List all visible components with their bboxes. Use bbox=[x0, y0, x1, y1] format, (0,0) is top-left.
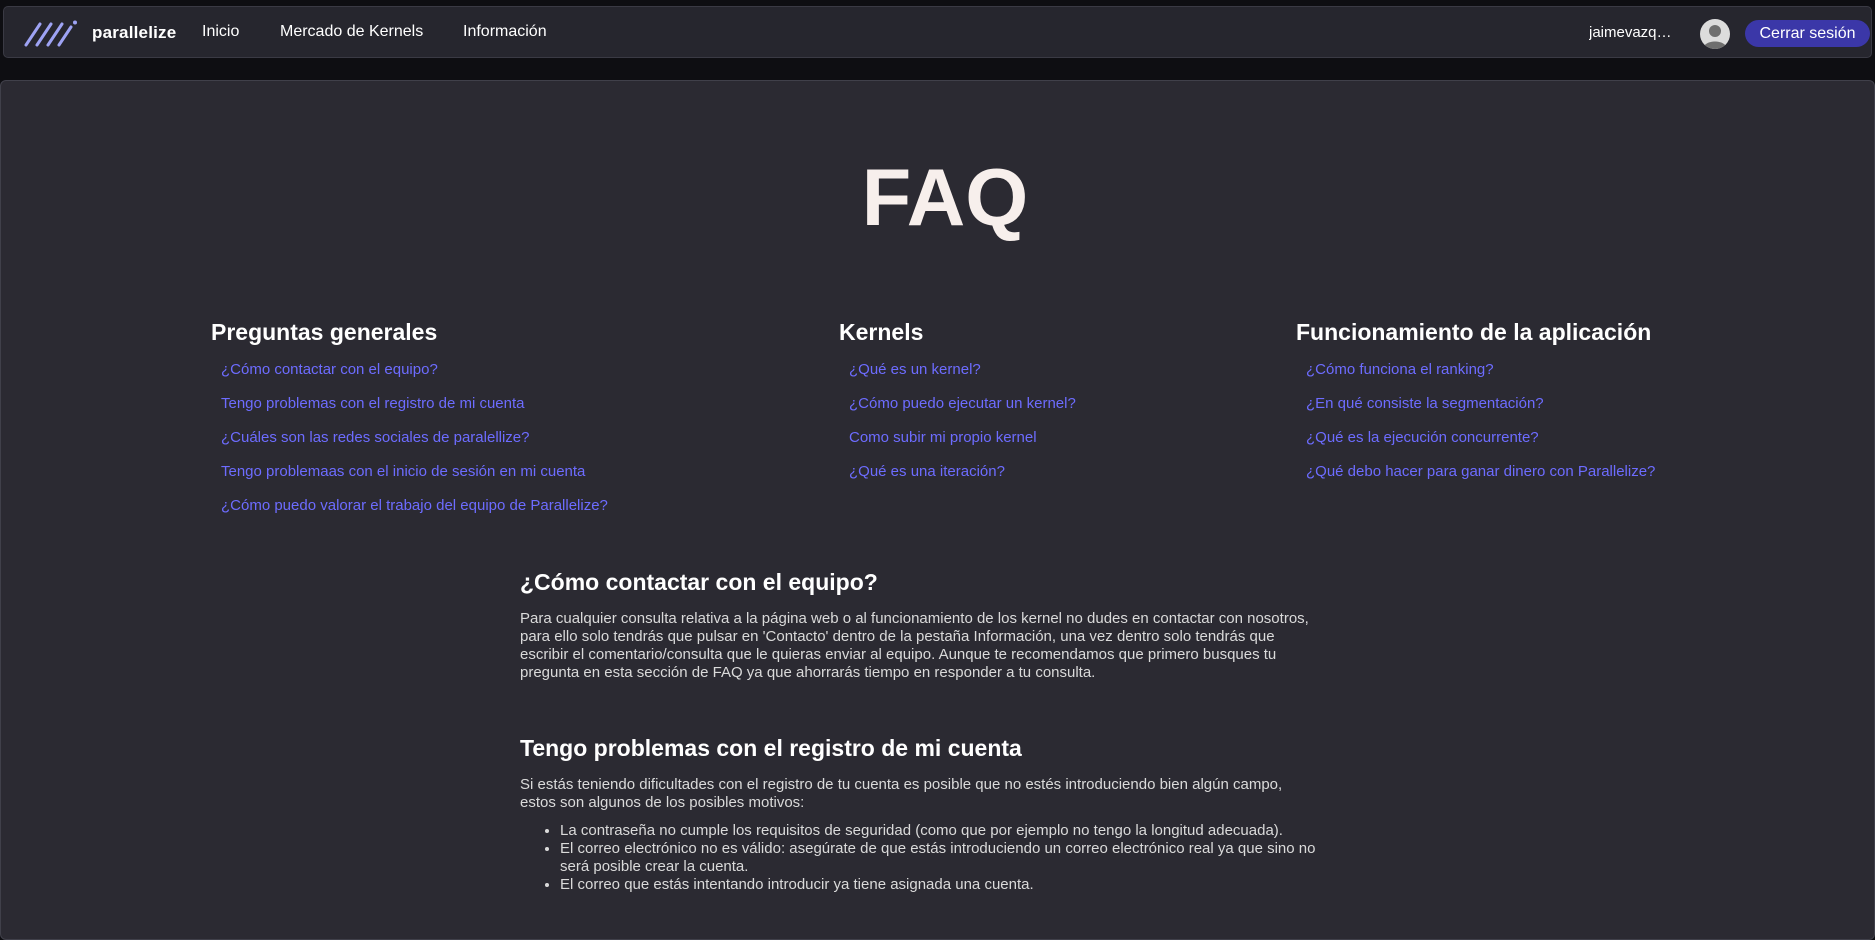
logout-button[interactable]: Cerrar sesión bbox=[1745, 20, 1870, 47]
logo-text: parallelize bbox=[92, 23, 177, 42]
text-line: pregunta en esta sección de FAQ ya que a… bbox=[520, 664, 1096, 681]
list-item: ¿Cómo puedo valorar el trabajo del equip… bbox=[221, 497, 608, 531]
question-list: ¿Qué es un kernel? ¿Cómo puedo ejecutar … bbox=[839, 361, 1076, 497]
list-item: El correo que estás intentando introduci… bbox=[560, 876, 1370, 894]
list-item: Tengo problemas con el registro de mi cu… bbox=[221, 395, 608, 429]
logo[interactable]: parallelize bbox=[24, 19, 176, 47]
question-link[interactable]: Como subir mi propio kernel bbox=[849, 429, 1037, 446]
question-link[interactable]: Tengo problemas con el registro de mi cu… bbox=[221, 395, 525, 412]
answer-title: Tengo problemas con el registro de mi cu… bbox=[520, 735, 1022, 761]
list-item: ¿Cómo funciona el ranking? bbox=[1306, 361, 1655, 395]
text-line: estos son algunos de los posibles motivo… bbox=[520, 794, 805, 811]
answer-title: ¿Cómo contactar con el equipo? bbox=[520, 569, 878, 595]
faq-category-general: Preguntas generales ¿Cómo contactar con … bbox=[211, 321, 608, 531]
text-line: El correo que estás intentando introduci… bbox=[560, 876, 1034, 893]
list-item: ¿Qué es la ejecución concurrente? bbox=[1306, 429, 1655, 463]
category-title: Funcionamiento de la aplicación bbox=[1296, 319, 1652, 345]
username[interactable]: jaimevazq… bbox=[1589, 24, 1681, 41]
user-avatar-icon[interactable] bbox=[1700, 19, 1730, 49]
question-link[interactable]: ¿Cuáles son las redes sociales de parale… bbox=[221, 429, 530, 446]
reason-list: La contraseña no cumple los requisitos d… bbox=[520, 822, 1370, 894]
question-link[interactable]: ¿Qué es un kernel? bbox=[849, 361, 981, 378]
nav-informacion[interactable]: Información bbox=[463, 23, 547, 41]
nav-inicio[interactable]: Inicio bbox=[202, 23, 239, 41]
list-item: ¿Qué es un kernel? bbox=[849, 361, 1076, 395]
page-title: FAQ bbox=[861, 153, 1029, 243]
text-line: El correo electrónico no es válido: aseg… bbox=[560, 840, 1316, 857]
logo-mark-icon bbox=[24, 20, 77, 47]
question-link[interactable]: ¿Cómo puedo valorar el trabajo del equip… bbox=[221, 497, 608, 514]
list-item: ¿Cómo puedo ejecutar un kernel? bbox=[849, 395, 1076, 429]
faq-answer-registration: Tengo problemas con el registro de mi cu… bbox=[520, 737, 1370, 894]
list-item: ¿En qué consiste la segmentación? bbox=[1306, 395, 1655, 429]
answer-text: Para cualquier consulta relativa a la pá… bbox=[520, 610, 1370, 682]
answer-text: Si estás teniendo dificultades con el re… bbox=[520, 776, 1370, 812]
list-item: Tengo problemaas con el inicio de sesión… bbox=[221, 463, 608, 497]
list-item: Como subir mi propio kernel bbox=[849, 429, 1076, 463]
question-link[interactable]: ¿Qué es la ejecución concurrente? bbox=[1306, 429, 1539, 446]
top-navbar: parallelize Inicio Mercado de Kernels In… bbox=[3, 6, 1872, 58]
faq-answer-contact: ¿Cómo contactar con el equipo? Para cual… bbox=[520, 571, 1370, 682]
list-item: ¿Cómo contactar con el equipo? bbox=[221, 361, 608, 395]
question-list: ¿Cómo contactar con el equipo? Tengo pro… bbox=[211, 361, 608, 531]
category-title: Preguntas generales bbox=[211, 319, 438, 345]
question-link[interactable]: ¿Cómo contactar con el equipo? bbox=[221, 361, 438, 378]
list-item: La contraseña no cumple los requisitos d… bbox=[560, 822, 1370, 840]
category-title: Kernels bbox=[839, 319, 924, 345]
text-line: escribir el comentario/consulta que le q… bbox=[520, 646, 1277, 663]
list-item: ¿Qué es una iteración? bbox=[849, 463, 1076, 497]
question-link[interactable]: ¿Qué debo hacer para ganar dinero con Pa… bbox=[1306, 463, 1655, 480]
list-item: ¿Cuáles son las redes sociales de parale… bbox=[221, 429, 608, 463]
text-line: Si estás teniendo dificultades con el re… bbox=[520, 776, 1283, 793]
text-line: será posible crear la cuenta. bbox=[560, 858, 749, 875]
faq-category-app: Funcionamiento de la aplicación ¿Cómo fu… bbox=[1296, 321, 1655, 497]
question-link[interactable]: ¿Qué es una iteración? bbox=[849, 463, 1005, 480]
text-line: La contraseña no cumple los requisitos d… bbox=[560, 822, 1283, 839]
question-link[interactable]: ¿Cómo puedo ejecutar un kernel? bbox=[849, 395, 1076, 412]
list-item: ¿Qué debo hacer para ganar dinero con Pa… bbox=[1306, 463, 1655, 497]
main-content: FAQ Preguntas generales ¿Cómo contactar … bbox=[0, 80, 1875, 940]
faq-category-kernels: Kernels ¿Qué es un kernel? ¿Cómo puedo e… bbox=[839, 321, 1076, 497]
question-link[interactable]: ¿Cómo funciona el ranking? bbox=[1306, 361, 1494, 378]
text-line: para ello solo tendrás que pulsar en 'Co… bbox=[520, 628, 1275, 645]
question-link[interactable]: Tengo problemaas con el inicio de sesión… bbox=[221, 463, 585, 480]
nav-mercado-de-kernels[interactable]: Mercado de Kernels bbox=[280, 23, 423, 41]
text-line: Para cualquier consulta relativa a la pá… bbox=[520, 610, 1309, 627]
question-link[interactable]: ¿En qué consiste la segmentación? bbox=[1306, 395, 1544, 412]
question-list: ¿Cómo funciona el ranking? ¿En qué consi… bbox=[1296, 361, 1655, 497]
list-item: El correo electrónico no es válido: aseg… bbox=[560, 840, 1370, 876]
